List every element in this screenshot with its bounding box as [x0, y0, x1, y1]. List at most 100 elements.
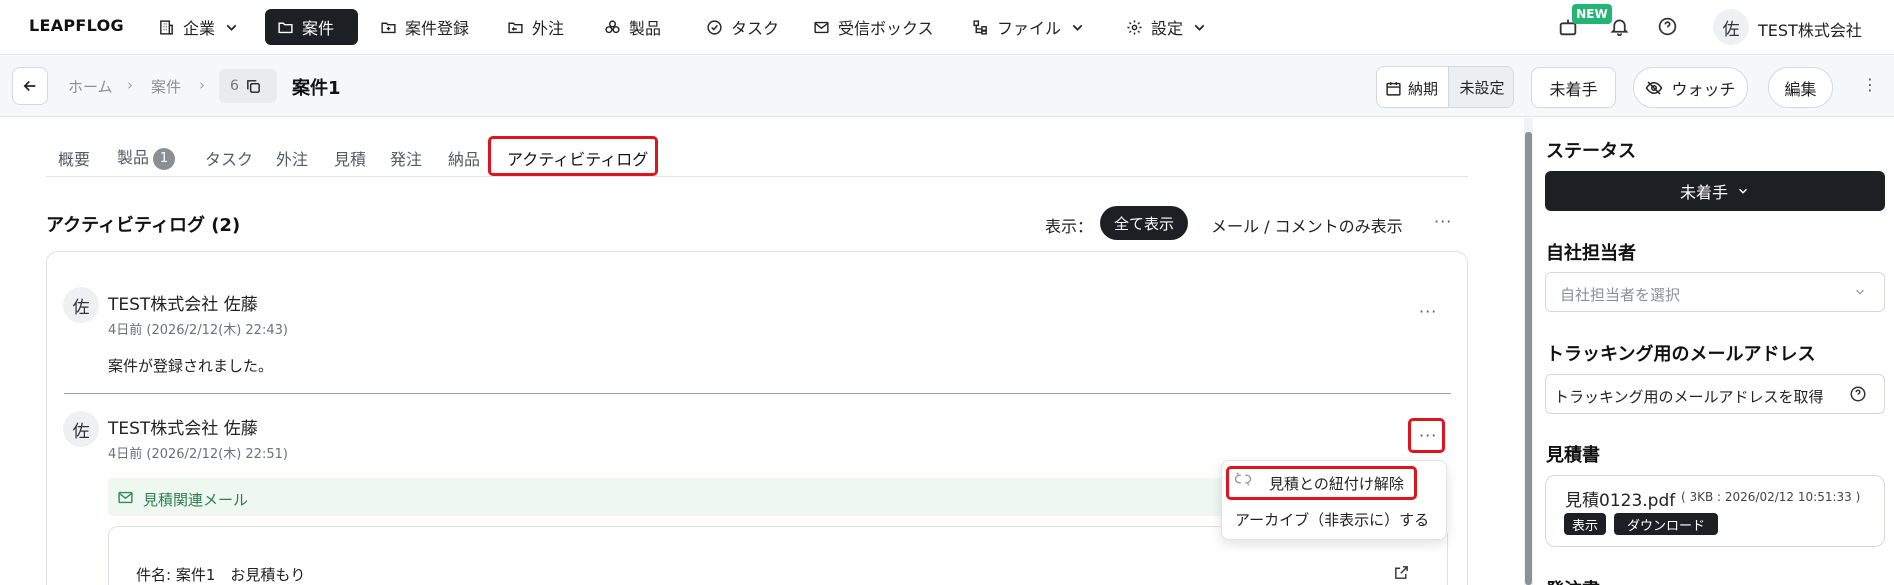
nav-item-label: 案件登録 [405, 19, 470, 38]
due-date-group[interactable]: 納期 未設定 [1376, 66, 1514, 108]
case-number-chip[interactable]: 6 [219, 69, 277, 103]
cubes-icon [605, 19, 620, 33]
owner-placeholder: 自社担当者を選択 [1560, 286, 1681, 304]
mail-icon [118, 491, 133, 504]
nav-item-label: 設定 [1151, 19, 1184, 38]
tabs-divider [46, 176, 1468, 177]
tab-products-count: 1 [153, 147, 176, 170]
entry-more-icon[interactable]: ··· [1419, 302, 1437, 321]
folder-plus-icon [381, 22, 396, 33]
nav-item-label: 案件 [302, 19, 335, 38]
nav-item-inbox[interactable]: 受信ボックス [801, 9, 946, 45]
breadcrumb-cases[interactable]: 案件 [151, 76, 181, 97]
mail-tag-bar [108, 478, 1228, 516]
status-button[interactable]: 未着手 [1531, 67, 1616, 108]
nav-item-label: タスク [731, 19, 780, 38]
nav-item-products[interactable]: 製品 [592, 9, 673, 45]
chevron-down-icon [1194, 24, 1205, 31]
highlight-unlink-item [1226, 466, 1417, 500]
open-external-button[interactable] [1393, 564, 1410, 581]
watch-button[interactable]: ウォッチ [1633, 67, 1748, 108]
nav-item-files[interactable]: ファイル [960, 9, 1098, 45]
tab-outsource[interactable]: 外注 [276, 146, 308, 170]
entry-author: TEST株式会社 佐藤 [108, 419, 258, 439]
filter-label: 表示： [1045, 217, 1094, 236]
notification-button[interactable] [1609, 16, 1630, 37]
activity-more-icon[interactable]: ··· [1434, 212, 1452, 231]
tab-products[interactable]: 製品 1 [117, 144, 176, 170]
nav-item-label: ファイル [997, 19, 1062, 38]
folder-icon [278, 22, 293, 33]
watch-button-label: ウォッチ [1671, 79, 1736, 99]
tracking-help-wrap[interactable] [1849, 385, 1867, 403]
entry-time: 4日前 (2026/2/12(木) 22:51) [108, 447, 288, 462]
highlight-entry-more [1408, 418, 1445, 453]
file-tree-icon [973, 19, 987, 35]
highlight-activity-tab [488, 136, 658, 176]
nav-item-tasks[interactable]: タスク [694, 9, 791, 45]
status-value: 未着手 [1679, 183, 1728, 202]
nav-item-cases[interactable]: 案件 [265, 9, 358, 45]
app-logo[interactable]: LEAPFLOG [29, 16, 124, 35]
nav-item-label: 製品 [629, 19, 662, 38]
tab-overview[interactable]: 概要 [58, 146, 90, 170]
calendar-icon [1386, 82, 1401, 96]
nav-item-case-register[interactable]: 案件登録 [368, 9, 481, 45]
nav-item-label: 企業 [183, 19, 216, 38]
top-nav: LEAPFLOG 企業 案件 案件登録 外注 製品 タスク 受信ボックス ファイ… [0, 0, 1894, 55]
external-link-icon [1395, 566, 1408, 579]
scrollbar-thumb[interactable] [1525, 132, 1532, 585]
gear-icon [1127, 19, 1142, 35]
edit-button[interactable]: 編集 [1768, 67, 1833, 108]
breadcrumb-home[interactable]: ホーム [68, 76, 113, 97]
filter-mail-button[interactable]: メール / コメントのみ表示 [1211, 213, 1403, 237]
status-title: ステータス [1546, 141, 1636, 162]
nav-item-settings[interactable]: 設定 [1114, 9, 1220, 45]
tab-tasks[interactable]: タスク [205, 146, 253, 170]
chevron-down-icon [1072, 24, 1083, 31]
due-date-value[interactable]: 未設定 [1448, 67, 1513, 107]
bell-icon [1610, 19, 1629, 37]
help-circle-icon [1658, 17, 1677, 36]
activity-title: アクティビティログ (2) [46, 215, 241, 236]
quote-file-meta: ( 3KB : 2026/02/12 10:51:33 ) [1681, 490, 1861, 504]
chevron-down-icon [1856, 289, 1864, 295]
menu-archive[interactable]: アーカイブ（非表示に）する [1235, 509, 1429, 530]
status-select[interactable]: 未着手 [1545, 171, 1885, 211]
tracking-button-label: トラッキング用のメールアドレスを取得 [1554, 388, 1824, 406]
outsource-icon [508, 22, 523, 33]
filter-all-button[interactable]: 全て表示 [1100, 206, 1188, 240]
entry-divider [64, 393, 1451, 394]
order-doc-title: 発注書 [1546, 576, 1600, 585]
tab-quotes[interactable]: 見積 [334, 146, 366, 170]
account-company-name[interactable]: TEST株式会社 [1758, 17, 1862, 41]
chevron-down-icon [226, 24, 237, 31]
due-date-label: 納期 [1408, 80, 1439, 98]
due-date-label-wrap: 納期 [1385, 78, 1438, 99]
nav-item-companies[interactable]: 企業 [146, 9, 252, 45]
tab-orders[interactable]: 発注 [390, 146, 422, 170]
case-title: 案件1 [292, 78, 341, 99]
more-menu-icon[interactable]: ⋮ [1862, 75, 1879, 94]
tab-products-label: 製品 [117, 148, 150, 167]
help-button[interactable] [1657, 16, 1678, 37]
entry-avatar: 佐 [63, 411, 99, 447]
quote-download-button[interactable]: ダウンロード [1614, 513, 1718, 535]
entry-avatar: 佐 [63, 287, 99, 323]
quote-view-button[interactable]: 表示 [1564, 513, 1606, 535]
back-button[interactable] [12, 67, 48, 105]
new-badge: NEW [1572, 4, 1612, 24]
copy-icon [247, 79, 260, 93]
entry-body: 案件が登録されました。 [108, 357, 274, 375]
building-icon [160, 19, 173, 35]
entry-author: TEST株式会社 佐藤 [108, 295, 258, 315]
eye-off-icon [1646, 80, 1663, 95]
tab-deliveries[interactable]: 納品 [448, 146, 480, 170]
nav-item-outsource[interactable]: 外注 [495, 9, 576, 45]
owner-title: 自社担当者 [1546, 243, 1636, 264]
mail-tag-label: 見積関連メール [143, 491, 249, 509]
case-number: 6 [230, 78, 239, 94]
mail-subject: 件名: 案件1 お見積もり [136, 566, 306, 584]
account-avatar[interactable]: 佐 [1713, 9, 1749, 45]
arrow-left-icon [23, 80, 36, 92]
